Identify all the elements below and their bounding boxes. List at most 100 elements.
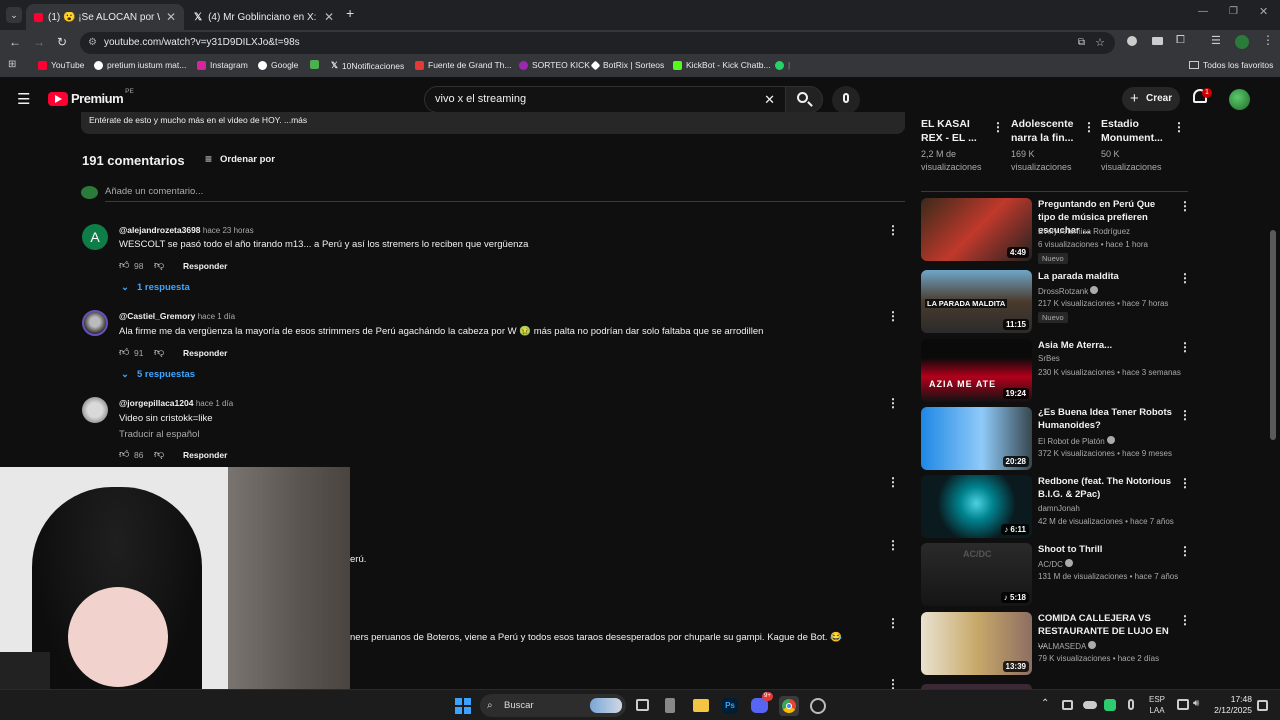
video-menu-icon[interactable]: ⋮ xyxy=(1179,271,1191,285)
bookmark-kickbot[interactable]: KickBot - Kick Chatb... xyxy=(673,60,771,70)
avatar[interactable] xyxy=(82,310,108,336)
dislike-icon[interactable]: 👎︎ xyxy=(154,346,164,358)
reply-button[interactable]: Responder xyxy=(183,261,227,271)
dislike-icon[interactable]: 👎︎ xyxy=(154,259,164,271)
notification-center-icon[interactable] xyxy=(1257,700,1268,711)
app-icon[interactable] xyxy=(665,698,675,713)
translate-link[interactable]: Traducir al español xyxy=(119,429,199,440)
author-handle[interactable]: @alejandrozeta3698 xyxy=(119,225,201,235)
photoshop-icon[interactable]: Ps xyxy=(722,698,738,714)
video-menu-icon[interactable]: ⋮ xyxy=(1179,199,1191,213)
tray-chevron-up-icon[interactable]: ⌃ xyxy=(1041,698,1049,709)
show-replies-button[interactable]: ⌄ 1 respuesta xyxy=(121,282,190,293)
search-input[interactable]: vivo x el streaming ✕ xyxy=(424,86,786,113)
video-menu-icon[interactable]: ⋮ xyxy=(1179,476,1191,490)
youtube-premium-logo[interactable]: Premium PE xyxy=(48,88,134,106)
avatar[interactable] xyxy=(82,397,108,423)
avatar[interactable]: A xyxy=(82,224,108,250)
kebab-menu-icon[interactable]: ⋮ xyxy=(1262,33,1274,47)
app-icon[interactable] xyxy=(810,698,826,714)
bookmark-sorteo-kick[interactable]: SORTEO KICK xyxy=(519,60,590,70)
bookmark-grand-theft[interactable]: Fuente de Grand Th... xyxy=(415,60,511,70)
tab-youtube[interactable]: (1) 😮 ¡Se ALOCAN por WESTC ✕ xyxy=(26,4,184,30)
menu-list-icon[interactable]: ☰ xyxy=(1211,34,1221,47)
video-title[interactable]: EL KASAI REX - EL ... xyxy=(921,117,991,145)
comment-author[interactable]: @alejandrozeta3698 hace 23 horas xyxy=(119,225,254,235)
voice-search-button[interactable] xyxy=(832,86,860,114)
extension-icon[interactable] xyxy=(1127,36,1137,46)
comment-menu-icon[interactable]: ⋮ xyxy=(887,475,899,489)
new-tab-plus-icon[interactable]: + xyxy=(346,5,354,21)
video-title[interactable]: Shoot to Thrill xyxy=(1038,543,1174,556)
video-menu-icon[interactable]: ⋮ xyxy=(1179,340,1191,354)
tray-icon[interactable] xyxy=(1062,700,1073,710)
back-arrow-icon[interactable]: ← xyxy=(9,35,21,49)
network-icon[interactable] xyxy=(1177,699,1189,710)
channel-name[interactable]: El Robot de Platón xyxy=(1038,436,1115,446)
account-avatar[interactable] xyxy=(1229,89,1250,110)
channel-name[interactable]: SrBes xyxy=(1038,354,1060,363)
video-menu-icon[interactable]: ⋮ xyxy=(1179,544,1191,558)
bookmark-colorful[interactable] xyxy=(310,60,319,69)
reload-icon[interactable]: ↻ xyxy=(57,35,67,49)
video-menu-icon[interactable]: ⋮ xyxy=(1179,408,1191,422)
minimize-icon[interactable]: — xyxy=(1198,6,1208,17)
hamburger-menu-icon[interactable]: ☰ xyxy=(17,90,30,108)
video-thumbnail[interactable]: ♪ 6:11 xyxy=(921,475,1032,538)
reply-button[interactable]: Responder xyxy=(183,348,227,358)
comment-menu-icon[interactable]: ⋮ xyxy=(887,223,899,237)
comment-menu-icon[interactable]: ⋮ xyxy=(887,616,899,630)
video-title[interactable]: Redbone (feat. The Notorious B.I.G. & 2P… xyxy=(1038,475,1174,501)
keyboard-language[interactable]: ESP LAA xyxy=(1149,694,1165,716)
channel-name[interactable]: damnJonah xyxy=(1038,504,1080,513)
bookmark-botrix[interactable]: BotRix | Sorteos xyxy=(590,60,664,70)
reply-button[interactable]: Responder xyxy=(183,450,227,460)
forward-arrow-icon[interactable]: → xyxy=(33,35,45,49)
bookmark-google[interactable]: Google xyxy=(258,60,298,70)
video-menu-icon[interactable]: ⋮ xyxy=(1173,120,1185,134)
file-explorer-icon[interactable] xyxy=(693,699,709,712)
site-info-icon[interactable]: ⚙ xyxy=(88,32,97,54)
video-thumbnail[interactable]: LA PARADA MALDITA 11:15 xyxy=(921,270,1032,333)
video-title[interactable]: ¿Es Buena Idea Tener Robots Humanoides? xyxy=(1038,406,1174,432)
search-button[interactable] xyxy=(785,86,823,113)
dislike-icon[interactable]: 👎︎ xyxy=(154,448,164,460)
taskbar-search[interactable]: ⌕ Buscar xyxy=(480,694,626,717)
comment-menu-icon[interactable]: ⋮ xyxy=(887,309,899,323)
onedrive-icon[interactable] xyxy=(1083,701,1097,709)
video-thumbnail[interactable]: 4:49 xyxy=(921,198,1032,261)
bookmark-pretium[interactable]: pretium iustum mat... xyxy=(94,60,186,70)
like-icon[interactable]: 👍︎ xyxy=(119,448,129,460)
sort-button[interactable]: ≡ Ordenar por xyxy=(205,152,275,166)
author-handle[interactable]: @jorgepillaca1204 xyxy=(119,398,193,408)
comment-time[interactable]: hace 1 día xyxy=(198,312,235,321)
comment-menu-icon[interactable]: ⋮ xyxy=(887,538,899,552)
channel-name[interactable]: AC/DC xyxy=(1038,559,1074,569)
video-title[interactable]: Adolescente narra la fin... xyxy=(1011,117,1086,145)
microphone-tray-icon[interactable] xyxy=(1128,699,1134,710)
close-window-icon[interactable]: ✕ xyxy=(1259,5,1268,18)
bookmark-youtube[interactable]: YouTube xyxy=(38,60,84,70)
restore-icon[interactable]: ❐ xyxy=(1229,6,1238,17)
video-thumbnail[interactable]: 20:28 xyxy=(921,407,1032,470)
extension-icon[interactable] xyxy=(1152,37,1163,45)
show-replies-button[interactable]: ⌄ 5 respuestas xyxy=(121,369,195,380)
video-menu-icon[interactable]: ⋮ xyxy=(1083,120,1095,134)
video-thumbnail[interactable]: 13:39 xyxy=(921,612,1032,675)
comment-menu-icon[interactable]: ⋮ xyxy=(887,396,899,410)
comment-author[interactable]: @jorgepillaca1204 hace 1 día xyxy=(119,398,233,408)
clock[interactable]: 17:48 2/12/2025 xyxy=(1212,694,1252,716)
channel-name[interactable]: VALMASEDA xyxy=(1038,641,1097,651)
star-icon[interactable]: ☆ xyxy=(1095,32,1105,54)
url-field[interactable]: ⚙ youtube.com/watch?v=y31D9DILXJo&t=98s … xyxy=(80,32,1115,54)
install-icon[interactable]: ⧉ xyxy=(1078,32,1085,54)
all-bookmarks[interactable]: Todos los favoritos xyxy=(1189,60,1273,70)
like-icon[interactable]: 👍︎ xyxy=(119,259,129,271)
close-icon[interactable]: ✕ xyxy=(324,10,334,24)
clear-search-icon[interactable]: ✕ xyxy=(764,87,775,112)
video-menu-icon[interactable]: ⋮ xyxy=(1179,613,1191,627)
video-thumbnail[interactable]: AZIA ME ATE 19:24 xyxy=(921,339,1032,402)
create-button[interactable]: + Crear xyxy=(1122,87,1180,111)
video-title[interactable]: La parada maldita xyxy=(1038,270,1174,283)
bookmark-instagram[interactable]: Instagram xyxy=(197,60,248,70)
